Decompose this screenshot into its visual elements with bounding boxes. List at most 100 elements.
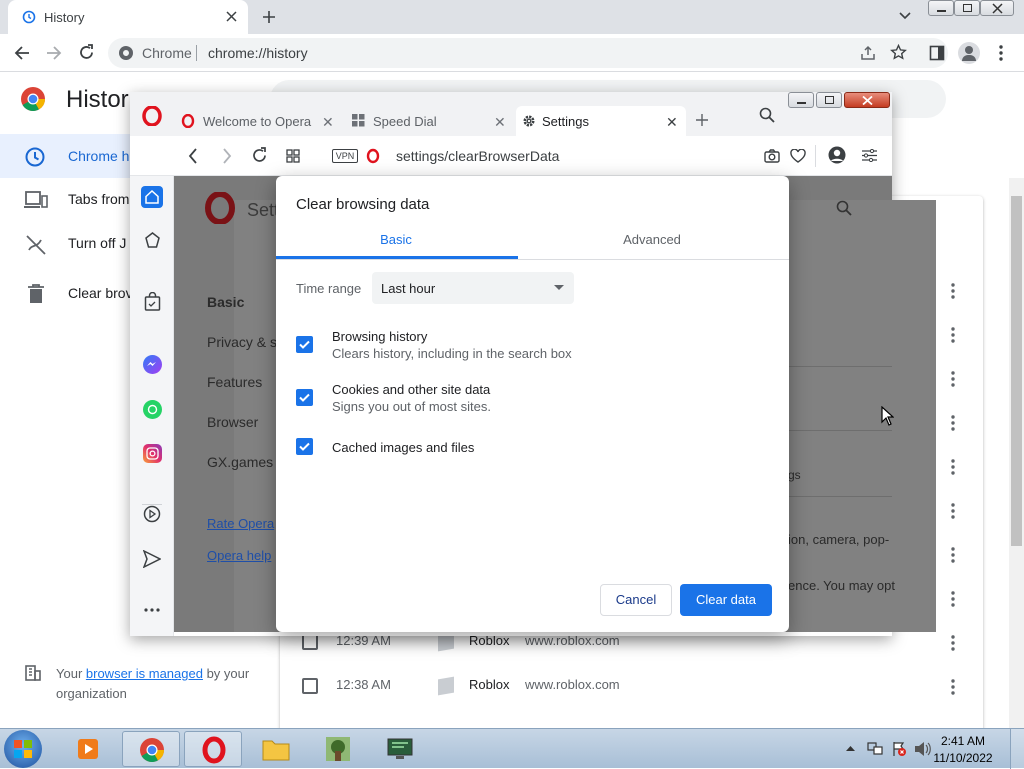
camera-icon[interactable] [764,149,780,163]
reload-icon[interactable] [251,147,268,164]
browser-managed-link[interactable]: browser is managed [86,666,203,681]
omnibox[interactable]: Chrome chrome://history [108,38,948,68]
profile-avatar[interactable] [958,42,980,64]
reload-icon[interactable] [78,44,95,61]
share-icon[interactable] [860,45,876,61]
taskbar-media-player[interactable] [58,731,116,767]
time-range-select[interactable]: Last hour [372,272,574,304]
network-icon[interactable] [866,741,884,757]
chrome-logo-icon [21,87,45,112]
browsing-history-checkbox[interactable] [296,336,313,353]
messenger-icon[interactable] [143,355,162,374]
sidebar-home-button[interactable] [141,186,163,208]
row-domain: www.roblox.com [525,677,620,692]
opera-help-link[interactable]: Opera help [207,548,271,563]
tabs-grid-icon[interactable] [286,149,300,163]
show-desktop-button[interactable] [1010,729,1024,769]
omnibox-url[interactable]: chrome://history [208,45,308,61]
opera-tab-settings[interactable]: Settings ✕ [516,106,686,136]
taskbar-chrome[interactable] [122,731,180,767]
chrome-tab-strip: History [0,0,1024,34]
chrome-tab-history[interactable]: History [8,0,248,34]
back-arrow-icon[interactable] [188,148,198,164]
taskbar-game[interactable] [308,731,366,767]
heart-icon[interactable] [790,149,806,163]
row-checkbox[interactable] [302,634,318,650]
close-tab-icon[interactable]: ✕ [666,114,678,131]
restore-button[interactable] [954,0,980,16]
instagram-icon[interactable] [143,444,162,463]
media-player-icon [78,739,98,759]
clear-data-button[interactable]: Clear data [680,584,772,616]
new-tab-icon[interactable] [262,10,276,24]
player-icon[interactable] [143,505,161,523]
row-menu-icon[interactable] [950,459,956,475]
settings-menu-privacy[interactable]: Privacy & s [207,334,277,350]
more-icon[interactable] [144,608,160,612]
clock-time[interactable]: 2:41 AM [928,734,998,748]
forward-arrow-icon[interactable] [222,148,232,164]
sidebar-item-label: Chrome h [68,148,130,164]
minimize-button[interactable] [928,0,954,16]
row-menu-icon[interactable] [950,327,956,343]
settings-menu-browser[interactable]: Browser [207,414,258,430]
windows-taskbar: 2:41 AM 11/10/2022 [0,728,1024,769]
opera-tab-welcome[interactable]: Welcome to Opera | M ✕ [176,106,346,136]
taskbar-explorer[interactable] [246,731,304,767]
row-menu-icon[interactable] [950,547,956,563]
settings-search-icon[interactable] [836,200,852,216]
pinboard-icon[interactable] [144,232,161,249]
close-tab-icon[interactable]: ✕ [322,114,334,131]
opera-logo-icon[interactable] [142,106,162,126]
forward-arrow-icon[interactable] [46,45,62,61]
opera-tab-title: Settings [542,114,589,129]
tab-advanced[interactable]: Advanced [532,232,772,260]
taskbar-opera[interactable] [184,731,242,767]
table-row[interactable]: 12:38 AM Roblox www.roblox.com [280,664,970,708]
bookmark-star-icon[interactable] [890,44,907,61]
action-center-flag-icon[interactable] [891,741,907,757]
tab-search-chevron-icon[interactable] [899,12,911,20]
whatsapp-icon[interactable] [143,400,162,419]
gear-icon [523,115,535,127]
vpn-badge[interactable]: VPN [332,149,358,163]
side-panel-icon[interactable] [929,45,945,61]
row-title[interactable]: Roblox [469,677,509,692]
taskbar-app[interactable] [370,731,428,767]
opera-tab-title: Welcome to Opera | M [203,114,313,129]
opera-restore-button[interactable] [816,92,842,108]
chrome-menu-icon[interactable] [999,45,1003,61]
easy-setup-icon[interactable] [862,149,877,162]
send-icon[interactable] [143,550,161,568]
close-tab-icon[interactable]: ✕ [494,114,506,131]
shopping-bag-icon[interactable] [144,292,161,311]
row-checkbox[interactable] [302,678,318,694]
back-arrow-icon[interactable] [14,45,30,61]
row-menu-icon[interactable] [950,371,956,387]
opera-close-window-button[interactable] [844,92,890,108]
row-menu-icon[interactable] [950,503,956,519]
scrollbar-thumb[interactable] [1011,196,1022,546]
rate-opera-link[interactable]: Rate Opera [207,516,274,531]
row-menu-icon[interactable] [950,591,956,607]
opera-tab-speed-dial[interactable]: Speed Dial ✕ [346,106,516,136]
search-icon[interactable] [759,107,775,123]
row-menu-icon[interactable] [950,415,956,431]
cached-images-checkbox[interactable] [296,438,313,455]
start-button[interactable] [4,730,42,768]
row-menu-icon[interactable] [950,283,956,299]
cancel-button[interactable]: Cancel [600,584,672,616]
show-hidden-icons-icon[interactable] [846,745,855,751]
close-tab-icon[interactable] [226,11,237,22]
settings-menu-gx-games[interactable]: GX.games [207,454,273,470]
new-tab-icon[interactable] [696,114,708,126]
opera-minimize-button[interactable] [788,92,814,108]
opera-address-bar[interactable]: settings/clearBrowserData [396,148,559,164]
close-window-button[interactable] [980,0,1014,16]
cookies-checkbox[interactable] [296,389,313,406]
settings-menu-features[interactable]: Features [207,374,262,390]
settings-menu-basic[interactable]: Basic [207,294,244,310]
clock-date[interactable]: 11/10/2022 [928,751,998,765]
mouse-cursor-icon [881,406,894,426]
profile-icon[interactable] [828,146,846,164]
